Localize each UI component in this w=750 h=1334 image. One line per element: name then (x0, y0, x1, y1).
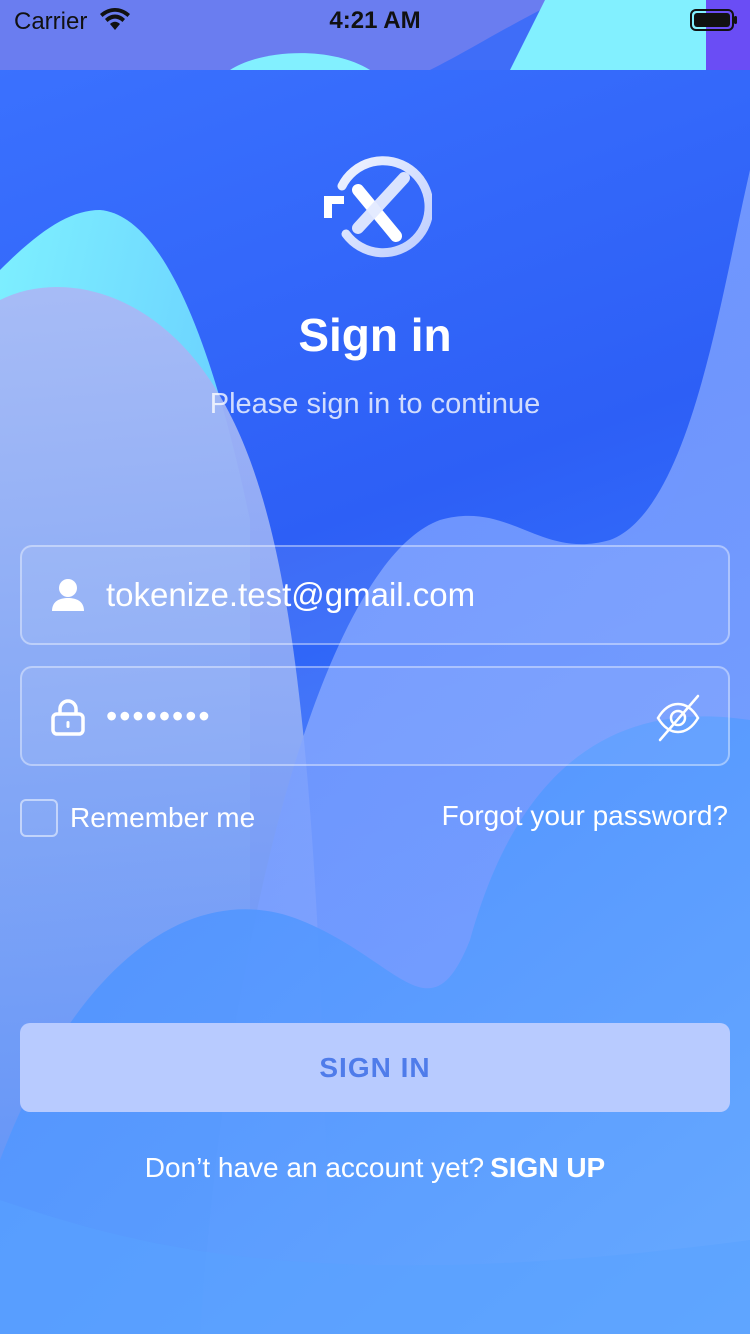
page-title: Sign in (298, 309, 452, 361)
remember-me-label[interactable]: Remember me (70, 802, 255, 834)
sign-in-button[interactable]: SIGN IN (20, 1023, 730, 1112)
sign-in-screen: Carrier 4:21 AM Sign in Please sign in t… (0, 0, 750, 1334)
forgot-password-link[interactable]: Forgot your password? (442, 800, 728, 832)
status-time: 4:21 AM (329, 7, 421, 34)
eye-off-icon[interactable] (654, 694, 702, 742)
password-field[interactable]: •••••••• (20, 666, 730, 766)
page-subtitle: Please sign in to continue (209, 388, 541, 420)
remember-me-checkbox[interactable] (20, 799, 58, 837)
remember-me-row[interactable]: Remember me (20, 798, 255, 838)
password-value[interactable]: •••••••• (106, 668, 648, 764)
status-bar: Carrier 4:21 AM (0, 0, 750, 70)
email-field[interactable]: tokenize.test@gmail.com (20, 545, 730, 645)
app-logo-icon (324, 156, 432, 258)
user-icon (52, 579, 84, 611)
signup-prompt-row: Don’t have an account yet? SIGN UP (0, 1152, 750, 1184)
email-value[interactable]: tokenize.test@gmail.com (106, 547, 648, 643)
signup-prompt-text: Don’t have an account yet? (144, 1152, 485, 1183)
battery-icon (690, 9, 737, 31)
sign-up-link[interactable]: SIGN UP (490, 1152, 605, 1183)
lock-icon (51, 699, 85, 736)
